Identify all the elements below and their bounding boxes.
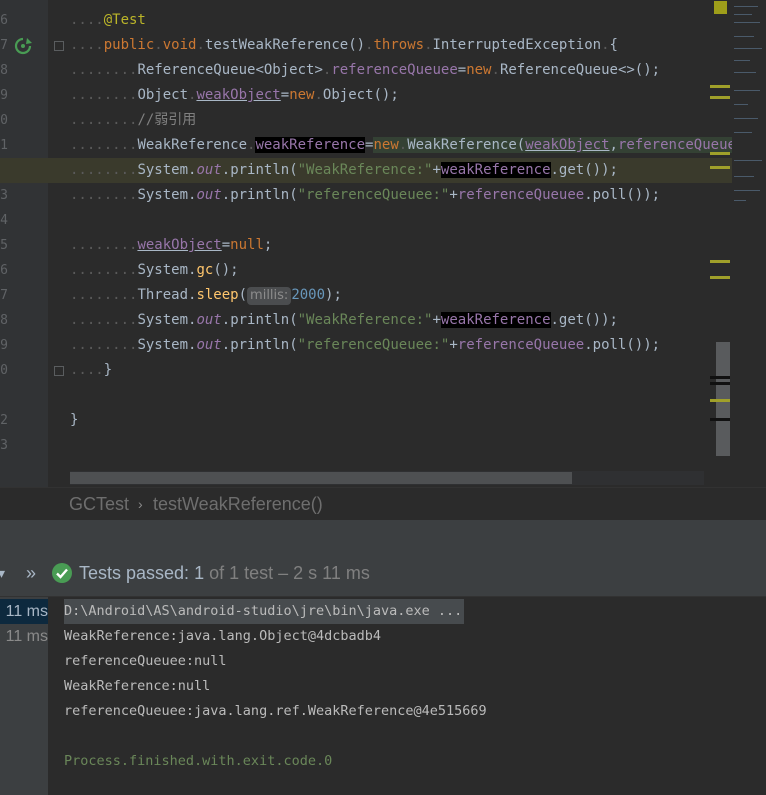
minimap-line [734,160,762,161]
code-line: ....@Test [70,12,146,28]
warning-indicator-icon[interactable] [714,1,727,14]
minimap-line [734,132,752,133]
code-line: ........System.out.println("referenceQue… [70,187,661,203]
minimap-line [734,14,752,15]
line-number: 5 [0,238,8,253]
line-number: 6 [0,263,8,278]
test-tree[interactable]: 11 ms 11 ms [0,597,48,795]
minimap-line [734,6,758,7]
fold-end-icon[interactable] [54,366,64,376]
minimap-line [734,176,754,177]
stripe-marker[interactable] [710,418,730,421]
test-time[interactable]: 11 ms [0,624,48,649]
line-number: 2 [0,413,8,428]
code-line: ........System.out.println("WeakReferenc… [70,312,618,328]
breadcrumb-class[interactable]: GCTest [69,488,129,520]
minimap-line [734,104,748,105]
stripe-marker[interactable] [710,166,730,169]
minimap-line [734,72,756,73]
line-number-gutter: 6 7 8 9 0 1 2 3 4 5 6 7 8 9 0 2 3 [0,0,48,487]
fold-minus-icon[interactable] [54,41,64,51]
stripe-marker[interactable] [710,85,730,88]
minimap-line [734,200,746,201]
code-line: ........Object.weakObject=new.Object(); [70,87,399,103]
stripe-marker[interactable] [710,276,730,279]
breadcrumb-method[interactable]: testWeakReference() [153,488,323,520]
code-line: ........System.gc(); [70,262,239,278]
code-editor[interactable]: 6 7 8 9 0 1 2 3 4 5 6 7 8 9 0 2 3 ....@T… [0,0,766,487]
minimap-line [734,22,760,23]
breadcrumb: GCTest › testWeakReference() [0,487,766,520]
minimap-line [734,36,754,37]
line-number: 8 [0,313,8,328]
minimap-line [734,190,760,191]
line-number: 7 [0,288,8,303]
parameter-hint: millis: [247,287,292,305]
line-number: 9 [0,88,8,103]
test-passed-icon [52,563,72,583]
run-test-icon[interactable] [13,36,33,56]
line-number: 8 [0,63,8,78]
code-line: ........WeakReference.weakReference=new.… [70,133,761,158]
code-content[interactable]: ....@Test ....public.void.testWeakRefere… [0,8,766,433]
stripe-marker[interactable] [710,376,730,379]
fold-column [50,0,70,487]
code-line: ....} [70,362,113,378]
error-stripe[interactable] [732,0,766,487]
code-line: ........Thread.sleep(millis: 2000); [70,287,342,305]
panel-divider [0,520,766,554]
stripe-marker[interactable] [710,152,730,155]
stripe-marker[interactable] [710,399,730,402]
line-number: 0 [0,113,8,128]
console-command-line[interactable]: D:\Android\AS\android-studio\jre\bin\jav… [64,599,465,624]
arrow-down-icon[interactable]: ▾ [0,565,5,582]
line-number: 6 [0,13,8,28]
stripe-marker[interactable] [710,382,730,385]
test-time-selected[interactable]: 11 ms [0,599,48,624]
stripe-marker[interactable] [710,96,730,99]
console-line: referenceQueuee:null [64,653,227,669]
line-number: 1 [0,138,8,153]
line-number: 4 [0,213,8,228]
minimap-line [734,90,760,91]
console-line: referenceQueuee:java.lang.ref.WeakRefere… [64,703,487,719]
console-exit-line: Process.finished.with.exit.code.0 [64,753,333,769]
console-line: WeakReference:null [64,678,211,694]
code-line: ........System.out.println("referenceQue… [70,337,661,353]
line-number: 3 [0,438,8,453]
code-line: ........ReferenceQueue<Object>.reference… [70,62,661,78]
line-number: 7 [0,38,8,53]
run-toolbar: ▾ » Tests passed: 1 of 1 test – 2 s 11 m… [0,554,766,597]
test-status-text: Tests passed: 1 of 1 test – 2 s 11 ms [79,563,370,583]
code-line-current: ........System.out.println("WeakReferenc… [0,158,766,183]
minimap-line [734,118,758,119]
code-line: ........//弱引用 [70,112,197,128]
minimap-line [734,60,750,61]
code-line: ....public.void.testWeakReference().thro… [70,37,618,53]
console-output[interactable]: D:\Android\AS\android-studio\jre\bin\jav… [48,597,766,795]
breadcrumb-separator: › [138,496,143,512]
code-line: } [70,412,79,428]
console-line: WeakReference:java.lang.Object@4dcbadb4 [64,628,381,644]
line-number: 3 [0,188,8,203]
line-number: 0 [0,363,8,378]
code-line: ........weakObject=null; [70,237,273,253]
horizontal-scrollbar-thumb[interactable] [70,472,572,484]
double-chevron-icon[interactable]: » [26,563,36,584]
minimap-line [734,48,762,49]
line-number: 9 [0,338,8,353]
stripe-marker[interactable] [710,260,730,263]
